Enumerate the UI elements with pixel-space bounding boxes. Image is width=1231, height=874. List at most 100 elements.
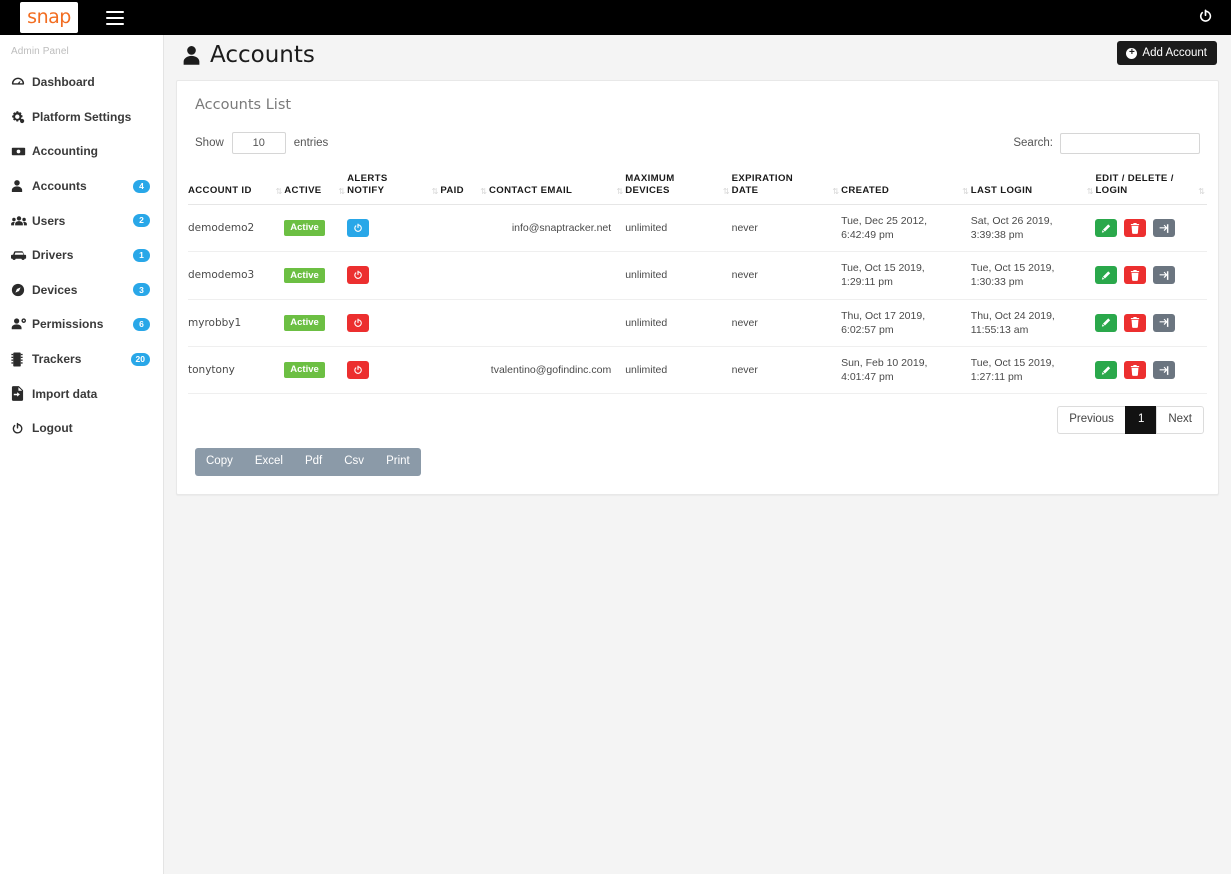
- col-contact-email[interactable]: CONTACT EMAIL ⇅: [488, 173, 626, 205]
- export-copy-button[interactable]: Copy: [195, 448, 244, 476]
- col-label: CREATED: [841, 184, 890, 196]
- search-input[interactable]: [1060, 132, 1200, 154]
- export-pdf-button[interactable]: Pdf: [294, 448, 333, 476]
- sidebar-item-label: Logout: [32, 421, 73, 436]
- col-last-login[interactable]: LAST LOGIN ⇅: [970, 173, 1096, 205]
- pagination-page-1[interactable]: 1: [1124, 406, 1158, 435]
- sidebar-item-import-data[interactable]: Import data: [0, 376, 163, 411]
- top-bar: snap: [0, 0, 1231, 35]
- cell-contact-email: tvalentino@gofindinc.com: [488, 346, 626, 395]
- pagination-previous[interactable]: Previous: [1057, 406, 1126, 435]
- edit-icon[interactable]: [1095, 219, 1118, 238]
- col-active[interactable]: ACTIVE ⇅: [284, 173, 348, 205]
- col-alerts-notify[interactable]: ALERTS NOTIFY ⇅: [347, 173, 441, 205]
- edit-icon[interactable]: [1095, 266, 1118, 285]
- money-icon: [11, 144, 32, 159]
- table-controls: Show entries Search:: [177, 126, 1218, 160]
- sidebar-item-permissions[interactable]: Permissions 6: [0, 307, 163, 342]
- cell-row-actions: [1095, 346, 1207, 395]
- sidebar-item-label: Import data: [32, 386, 98, 401]
- panel-title: Accounts List: [195, 97, 292, 113]
- users-icon: [11, 214, 32, 228]
- sidebar-item-platform-settings[interactable]: Platform Settings: [0, 100, 163, 135]
- power-icon[interactable]: [1198, 8, 1213, 27]
- sign-in-icon[interactable]: [1153, 361, 1176, 380]
- sidebar-item-trackers[interactable]: Trackers 20: [0, 342, 163, 377]
- col-account-id[interactable]: ACCOUNT ID ⇅: [188, 173, 285, 205]
- trash-icon[interactable]: [1124, 361, 1147, 380]
- compass-icon: [11, 283, 32, 297]
- alerts-notify-toggle[interactable]: [347, 361, 370, 380]
- cell-created: Tue, Oct 15 2019, 1:29:11 pm: [841, 251, 971, 300]
- import-icon: [11, 386, 32, 402]
- plus-circle-icon: +: [1126, 47, 1138, 59]
- cell-row-actions: [1095, 204, 1207, 253]
- export-excel-button[interactable]: Excel: [244, 448, 294, 476]
- hamburger-icon[interactable]: [106, 10, 124, 25]
- col-created[interactable]: CREATED ⇅: [841, 173, 971, 205]
- sidebar-item-accounting[interactable]: Accounting: [0, 134, 163, 169]
- alerts-notify-toggle[interactable]: [347, 313, 370, 332]
- sidebar-item-users[interactable]: Users 2: [0, 203, 163, 238]
- search-control: Search:: [1013, 132, 1200, 154]
- cell-last-login: Thu, Oct 24 2019, 11:55:13 am: [970, 299, 1096, 348]
- cell-paid: [440, 299, 489, 348]
- page-title: Accounts: [182, 42, 315, 68]
- sort-icon: ⇅: [1198, 186, 1205, 196]
- sidebar-item-dashboard[interactable]: Dashboard: [0, 65, 163, 100]
- show-label: Show: [195, 137, 224, 149]
- cell-active: Active: [284, 251, 348, 300]
- alerts-notify-toggle[interactable]: [347, 219, 370, 238]
- cell-account-id: myrobby1: [188, 299, 285, 348]
- sidebar-item-label: Users: [32, 213, 66, 228]
- gears-icon: [11, 110, 32, 124]
- app-logo[interactable]: snap: [20, 2, 78, 33]
- edit-icon[interactable]: [1095, 361, 1118, 380]
- cell-alerts-notify: [347, 299, 441, 348]
- sort-icon: ⇅: [275, 186, 283, 196]
- col-row-actions[interactable]: EDIT / DELETE / LOGIN ⇅: [1095, 173, 1207, 205]
- sidebar-item-devices[interactable]: Devices 3: [0, 273, 163, 308]
- sort-icon: ⇅: [1086, 186, 1094, 196]
- cell-active: Active: [284, 299, 348, 348]
- export-print-button[interactable]: Print: [375, 448, 421, 476]
- export-csv-button[interactable]: Csv: [333, 448, 375, 476]
- pagination-next[interactable]: Next: [1156, 406, 1204, 435]
- sidebar-item-drivers[interactable]: Drivers 1: [0, 238, 163, 273]
- length-control: Show entries: [195, 132, 328, 154]
- col-paid[interactable]: PAID ⇅: [440, 173, 489, 205]
- sidebar-badge: 6: [133, 317, 150, 331]
- sidebar-item-logout[interactable]: Logout: [0, 411, 163, 446]
- trash-icon[interactable]: [1124, 313, 1147, 332]
- cell-alerts-notify: [347, 346, 441, 395]
- table-row: demodemo3 Active unlimited never Tue, Oct 15…: [188, 251, 1207, 300]
- alerts-notify-toggle[interactable]: [347, 266, 370, 285]
- cell-alerts-notify: [347, 204, 441, 253]
- sidebar-badge: 20: [130, 352, 150, 366]
- cell-paid: [440, 346, 489, 395]
- table-row: myrobby1 Active unlimited never Thu, Oct 17 …: [188, 299, 1207, 348]
- edit-icon[interactable]: [1095, 313, 1118, 332]
- entries-length-input[interactable]: [231, 132, 286, 154]
- table-row: demodemo2 Active info@snaptracker.net unlim…: [188, 204, 1207, 253]
- sign-in-icon[interactable]: [1153, 266, 1176, 285]
- col-label: CONTACT EMAIL: [488, 184, 573, 196]
- sort-icon: ⇅: [722, 186, 730, 196]
- trash-icon[interactable]: [1124, 266, 1147, 285]
- status-badge: Active: [284, 315, 325, 331]
- cell-last-login: Tue, Oct 15 2019, 1:27:11 pm: [970, 346, 1096, 395]
- col-expiration-date[interactable]: EXPIRATION DATE ⇅: [731, 173, 842, 205]
- col-maximum-devices[interactable]: MAXIMUM DEVICES ⇅: [625, 173, 732, 205]
- cell-maximum-devices: unlimited: [625, 346, 732, 395]
- trash-icon[interactable]: [1124, 219, 1147, 238]
- sign-in-icon[interactable]: [1153, 313, 1176, 332]
- accounts-table: ACCOUNT ID ⇅ ACTIVE ⇅ ALERTS NOTIFY ⇅ PAID ⇅…: [188, 173, 1207, 395]
- sidebar-item-label: Drivers: [32, 248, 74, 263]
- add-account-button[interactable]: + Add Account: [1117, 41, 1217, 65]
- sign-in-icon[interactable]: [1153, 219, 1176, 238]
- cell-active: Active: [284, 204, 348, 253]
- cell-paid: [440, 251, 489, 300]
- accounts-panel: Accounts List Show entries Search: ACCOU…: [176, 80, 1219, 495]
- sort-icon: ⇅: [962, 186, 969, 196]
- sidebar-item-accounts[interactable]: Accounts 4: [0, 169, 163, 204]
